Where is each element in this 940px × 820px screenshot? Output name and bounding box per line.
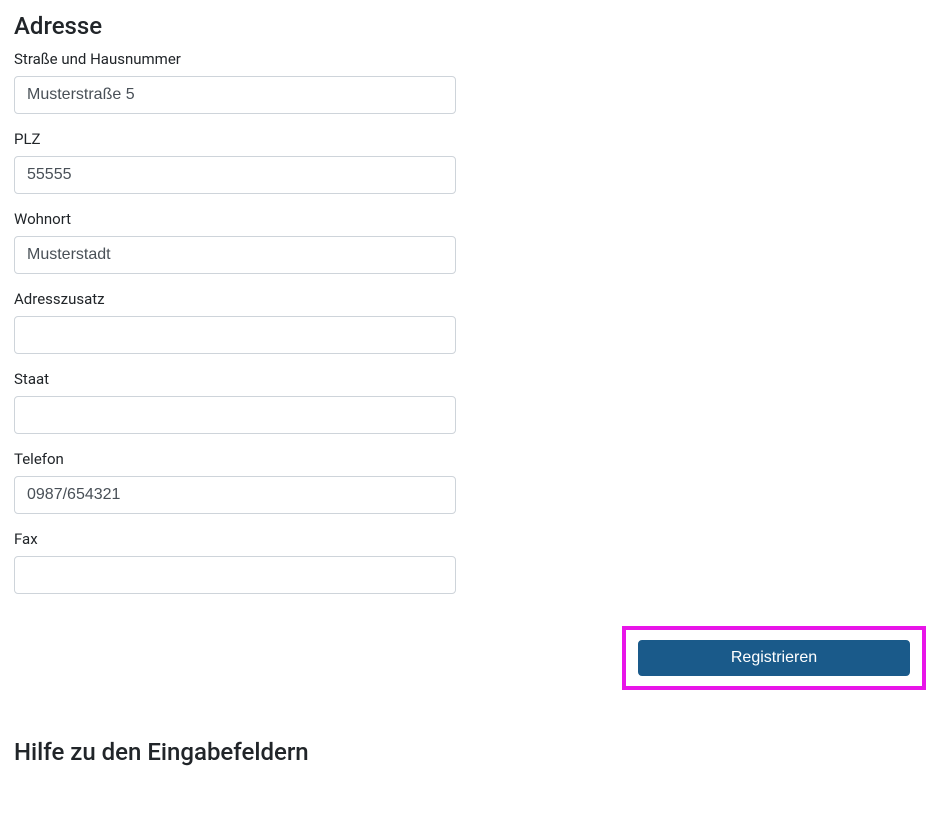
phone-label: Telefon [14, 450, 456, 468]
phone-input[interactable] [14, 476, 456, 514]
state-input[interactable] [14, 396, 456, 434]
fax-input[interactable] [14, 556, 456, 594]
street-label: Straße und Hausnummer [14, 50, 456, 68]
help-section-title: Hilfe zu den Eingabefeldern [14, 738, 926, 766]
zip-input[interactable] [14, 156, 456, 194]
addition-input[interactable] [14, 316, 456, 354]
register-highlight: Registrieren [622, 626, 926, 690]
street-input[interactable] [14, 76, 456, 114]
state-label: Staat [14, 370, 456, 388]
register-button[interactable]: Registrieren [638, 640, 910, 676]
fax-label: Fax [14, 530, 456, 548]
addition-label: Adresszusatz [14, 290, 456, 308]
city-input[interactable] [14, 236, 456, 274]
city-label: Wohnort [14, 210, 456, 228]
address-section-title: Adresse [14, 12, 926, 40]
zip-label: PLZ [14, 130, 456, 148]
